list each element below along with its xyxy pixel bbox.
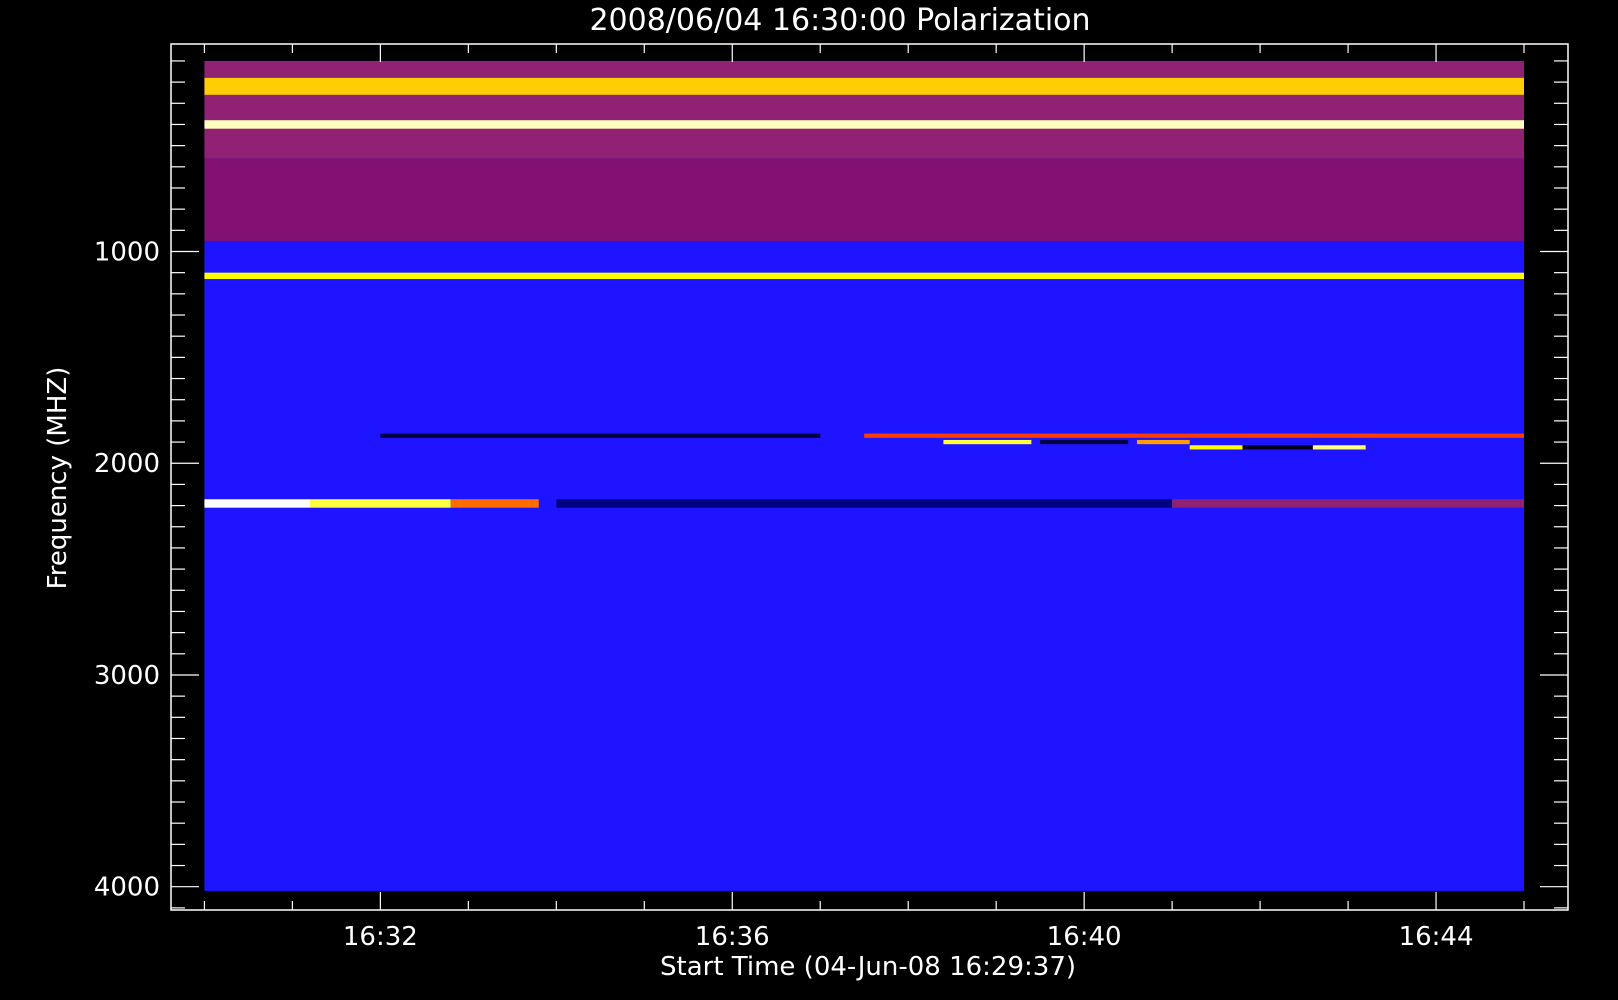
heatmap-band-1 [204,77,1525,95]
spectrogram-chart: 2008/06/04 16:30:00 Polarization 16:32 16… [0,0,1618,1000]
heatmap-band-14 [309,499,451,508]
heatmap-band-5 [380,433,821,438]
y-tick-label: 3000 [94,661,160,691]
heatmap-band-3 [204,158,1525,241]
y-tick-label: 1000 [94,238,160,268]
heatmap-band-8 [1040,439,1129,445]
heatmap-image [204,60,1525,891]
y-tick-label: 2000 [94,449,160,479]
heatmap-band-11 [1242,445,1313,450]
chart-title: 2008/06/04 16:30:00 Polarization [589,3,1090,38]
x-tick-label: 16:44 [1399,922,1474,952]
heatmap-band-4 [204,272,1525,280]
x-tick-label: 16:32 [343,922,418,952]
x-tick-label: 16:36 [695,922,770,952]
heatmap-band-9 [1136,439,1190,445]
heatmap-band-13 [204,499,310,508]
x-tick-label: 16:40 [1047,922,1122,952]
heatmap-band-0 [204,60,1525,159]
y-axis-label: Frequency (MHZ) [43,367,73,590]
heatmap-band-10 [1189,445,1243,450]
heatmap-band-16 [556,499,1173,508]
y-tick-label: 4000 [94,873,160,903]
x-axis-label: Start Time (04-Jun-08 16:29:37) [660,952,1076,982]
heatmap-band-15 [450,499,539,508]
heatmap-band-2 [204,120,1525,129]
heatmap-band-6 [864,433,1525,438]
heatmap-band-12 [1312,445,1366,450]
heatmap-band-17 [1172,499,1525,508]
heatmap-band-7 [943,439,1032,445]
